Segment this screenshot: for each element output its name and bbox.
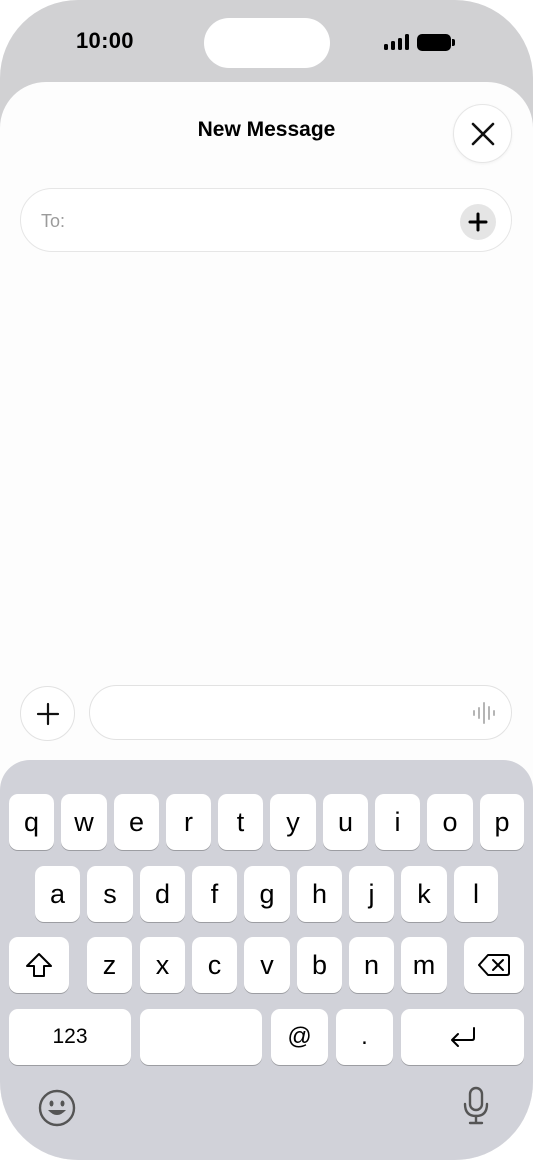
- cellular-signal-icon: [384, 34, 409, 50]
- return-icon: [450, 1027, 475, 1047]
- key-j[interactable]: j: [349, 866, 394, 922]
- key-g[interactable]: g: [244, 866, 290, 922]
- message-input[interactable]: [108, 686, 468, 739]
- key-n[interactable]: n: [349, 937, 394, 993]
- key-t[interactable]: t: [218, 794, 263, 850]
- return-key[interactable]: [401, 1009, 524, 1065]
- space-key[interactable]: [140, 1009, 262, 1065]
- key-s[interactable]: s: [87, 866, 133, 922]
- add-recipient-button[interactable]: [460, 204, 496, 240]
- key-i[interactable]: i: [375, 794, 420, 850]
- key-v[interactable]: v: [244, 937, 290, 993]
- delete-backspace-icon: [478, 954, 510, 976]
- key-w[interactable]: w: [61, 794, 107, 850]
- key-u[interactable]: u: [323, 794, 368, 850]
- key-y[interactable]: y: [270, 794, 316, 850]
- plus-icon: [468, 212, 488, 232]
- attach-button[interactable]: [20, 686, 75, 741]
- dynamic-island: [204, 18, 330, 68]
- recipient-field[interactable]: To:: [20, 188, 512, 252]
- at-key[interactable]: @: [271, 1009, 328, 1065]
- close-button[interactable]: [453, 104, 512, 163]
- battery-icon: [417, 33, 455, 51]
- key-r[interactable]: r: [166, 794, 211, 850]
- dictation-button[interactable]: [458, 1084, 494, 1128]
- numbers-key[interactable]: 123: [9, 1009, 131, 1065]
- status-icons: [384, 32, 455, 52]
- key-c[interactable]: c: [192, 937, 237, 993]
- status-time: 10:00: [76, 28, 134, 53]
- key-d[interactable]: d: [140, 866, 185, 922]
- key-q[interactable]: q: [9, 794, 54, 850]
- key-l[interactable]: l: [454, 866, 498, 922]
- key-e[interactable]: e: [114, 794, 159, 850]
- key-m[interactable]: m: [401, 937, 447, 993]
- period-key[interactable]: .: [336, 1009, 393, 1065]
- key-z[interactable]: z: [87, 937, 132, 993]
- keyboard: q w e r t y u i o p a s d f g h j k l z …: [0, 760, 533, 1160]
- key-h[interactable]: h: [297, 866, 342, 922]
- emoji-button[interactable]: [36, 1087, 78, 1129]
- key-x[interactable]: x: [140, 937, 185, 993]
- key-a[interactable]: a: [35, 866, 80, 922]
- delete-key[interactable]: [464, 937, 524, 993]
- shift-arrow-icon: [26, 953, 52, 977]
- key-f[interactable]: f: [192, 866, 237, 922]
- to-label: To:: [41, 211, 66, 231]
- key-k[interactable]: k: [401, 866, 447, 922]
- key-o[interactable]: o: [427, 794, 473, 850]
- microphone-icon: [463, 1086, 489, 1125]
- plus-icon: [36, 702, 59, 725]
- waveform-icon[interactable]: [472, 702, 498, 724]
- shift-key[interactable]: [9, 937, 69, 993]
- message-field[interactable]: [89, 685, 512, 740]
- key-b[interactable]: b: [297, 937, 342, 993]
- close-icon: [471, 122, 494, 145]
- emoji-face-icon: [38, 1089, 76, 1127]
- phone-screen: 10:00 New Message To: q w e r t y u i o …: [0, 0, 533, 1160]
- key-p[interactable]: p: [480, 794, 524, 850]
